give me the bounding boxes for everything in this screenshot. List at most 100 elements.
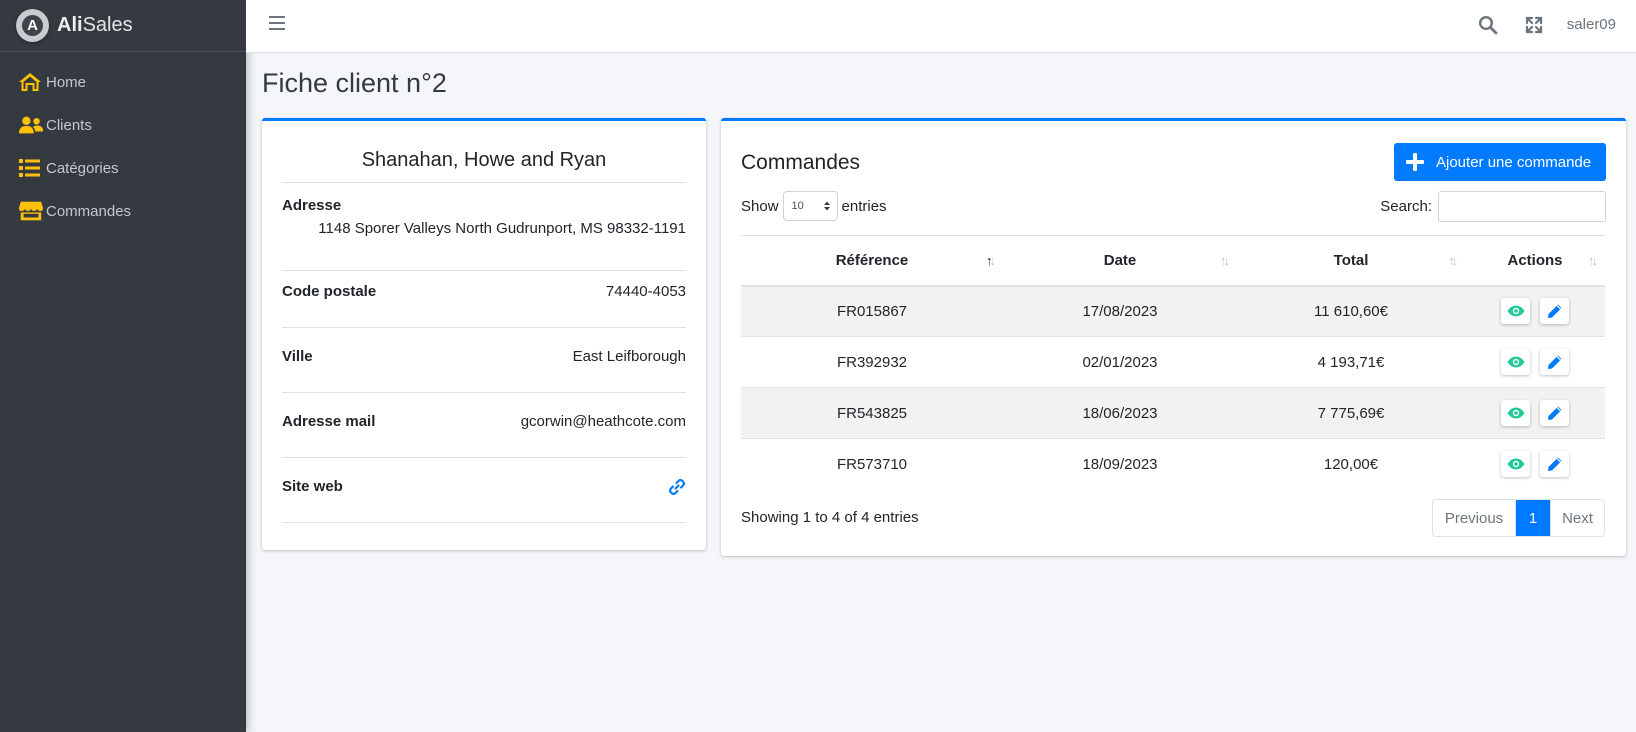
next-page-button[interactable]: Next xyxy=(1550,500,1604,536)
order-reference: FR573710 xyxy=(741,438,1003,490)
column-header-date[interactable]: Date ↑↓ xyxy=(1003,235,1237,287)
sidebar-item-orders[interactable]: Commandes xyxy=(8,193,238,229)
client-card: Shanahan, Howe and Ryan Adresse 1148 Spo… xyxy=(262,118,706,550)
sidebar-nav: Home Clients Catégories Commandes xyxy=(0,52,246,229)
page-1-button[interactable]: 1 xyxy=(1516,500,1550,536)
column-header-label: Référence xyxy=(835,251,909,269)
search-label: Search: xyxy=(1380,198,1432,215)
link-icon[interactable] xyxy=(668,478,686,522)
brand-prefix: Ali xyxy=(57,14,83,36)
search-input[interactable] xyxy=(1438,191,1606,222)
edit-order-button[interactable] xyxy=(1540,451,1569,478)
orders-table: Référence ↑↓ Date ↑↓ Total ↑↓ Actions ↑↓… xyxy=(741,235,1605,490)
store-icon xyxy=(18,200,44,222)
order-actions xyxy=(1465,336,1605,388)
order-date: 02/01/2023 xyxy=(1003,336,1237,388)
order-date: 17/08/2023 xyxy=(1003,285,1237,337)
city-value: East Leifborough xyxy=(572,348,686,365)
sort-icon: ↑↓ xyxy=(1448,253,1458,268)
postal-row: Code postale 74440-4053 xyxy=(282,283,686,328)
plus-icon xyxy=(1406,153,1424,171)
users-icon xyxy=(18,114,44,136)
previous-page-button[interactable]: Previous xyxy=(1433,500,1516,536)
table-search: Search: xyxy=(1380,191,1606,222)
website-label: Site web xyxy=(282,478,343,495)
edit-order-button[interactable] xyxy=(1540,400,1569,426)
order-actions xyxy=(1465,438,1605,490)
sort-icon: ↑↓ xyxy=(1220,253,1230,268)
view-order-button[interactable] xyxy=(1501,400,1530,426)
city-label: Ville xyxy=(282,348,313,365)
add-order-button[interactable]: Ajouter une commande xyxy=(1394,143,1606,181)
brand-logo-letter: A xyxy=(22,15,43,36)
sidebar-item-clients[interactable]: Clients xyxy=(8,107,238,143)
pencil-icon xyxy=(1547,456,1563,472)
add-order-label: Ajouter une commande xyxy=(1436,153,1592,171)
sidebar-item-label: Home xyxy=(46,73,87,91)
page-length-value: 10 xyxy=(791,200,804,212)
search-icon[interactable] xyxy=(1478,15,1498,35)
city-row: Ville East Leifborough xyxy=(282,348,686,393)
order-total: 120,00€ xyxy=(1237,438,1465,490)
view-order-button[interactable] xyxy=(1501,349,1530,375)
edit-order-button[interactable] xyxy=(1540,298,1569,325)
table-row: FR392932 02/01/2023 4 193,71€ xyxy=(741,336,1605,388)
edit-order-button[interactable] xyxy=(1540,349,1569,375)
order-reference: FR015867 xyxy=(741,285,1003,337)
column-header-total[interactable]: Total ↑↓ xyxy=(1237,235,1465,287)
email-label: Adresse mail xyxy=(282,413,376,430)
brand[interactable]: A AliSales xyxy=(0,0,246,52)
column-header-label: Date xyxy=(1103,251,1137,269)
table-row: FR543825 18/06/2023 7 775,69€ xyxy=(741,387,1605,439)
page-length-control: Show 10 entries xyxy=(741,191,887,221)
postal-value: 74440-4053 xyxy=(605,283,686,300)
pencil-icon xyxy=(1547,303,1563,319)
sidebar-item-label: Catégories xyxy=(46,159,119,177)
brand-logo: A xyxy=(16,9,49,42)
page-title: Fiche client n°2 xyxy=(262,68,447,98)
eye-icon xyxy=(1507,458,1525,470)
pagination: Previous 1 Next xyxy=(1432,499,1605,537)
email-row: Adresse mail gcorwin@heathcote.com xyxy=(282,413,686,458)
postal-label: Code postale xyxy=(282,283,377,300)
table-header-row: Référence ↑↓ Date ↑↓ Total ↑↓ Actions ↑↓ xyxy=(741,235,1605,287)
entries-label: entries xyxy=(841,197,887,215)
order-actions xyxy=(1465,387,1605,439)
table-row: FR573710 18/09/2023 120,00€ xyxy=(741,438,1605,490)
sidebar-item-categories[interactable]: Catégories xyxy=(8,150,238,186)
sidebar: A AliSales Home Clients Catégories Comma… xyxy=(0,0,246,732)
email-value: gcorwin@heathcote.com xyxy=(520,413,686,430)
client-name: Shanahan, Howe and Ryan xyxy=(282,149,686,183)
view-order-button[interactable] xyxy=(1501,451,1530,478)
sidebar-item-label: Commandes xyxy=(46,202,132,220)
column-header-reference[interactable]: Référence ↑↓ xyxy=(741,235,1003,287)
orders-title: Commandes xyxy=(741,151,861,174)
sort-icon: ↑↓ xyxy=(1588,253,1598,268)
top-navbar: saler09 xyxy=(246,0,1636,53)
order-date: 18/06/2023 xyxy=(1003,387,1237,439)
home-icon xyxy=(18,71,44,93)
eye-icon xyxy=(1507,407,1525,419)
eye-icon xyxy=(1507,356,1525,368)
table-row: FR015867 17/08/2023 11 610,60€ xyxy=(741,285,1605,337)
table-info: Showing 1 to 4 of 4 entries xyxy=(741,509,919,526)
column-header-actions[interactable]: Actions ↑↓ xyxy=(1465,235,1605,287)
page-length-select[interactable]: 10 xyxy=(782,191,838,221)
order-total: 4 193,71€ xyxy=(1237,336,1465,388)
order-reference: FR392932 xyxy=(741,336,1003,388)
select-caret-icon xyxy=(823,201,830,211)
fullscreen-icon[interactable] xyxy=(1524,15,1544,35)
order-total: 7 775,69€ xyxy=(1237,387,1465,439)
brand-text: AliSales xyxy=(57,14,133,37)
column-header-label: Actions xyxy=(1507,251,1563,269)
pencil-icon xyxy=(1547,405,1563,421)
menu-toggle-icon[interactable] xyxy=(269,16,285,32)
eye-icon xyxy=(1507,305,1525,317)
sort-ascending-icon: ↑↓ xyxy=(986,253,996,268)
sidebar-item-home[interactable]: Home xyxy=(8,64,238,100)
orders-card: Commandes Ajouter une commande Show 10 e… xyxy=(721,118,1626,556)
user-menu[interactable]: saler09 xyxy=(1567,16,1616,33)
order-reference: FR543825 xyxy=(741,387,1003,439)
show-label: Show xyxy=(741,197,779,215)
view-order-button[interactable] xyxy=(1501,298,1530,325)
